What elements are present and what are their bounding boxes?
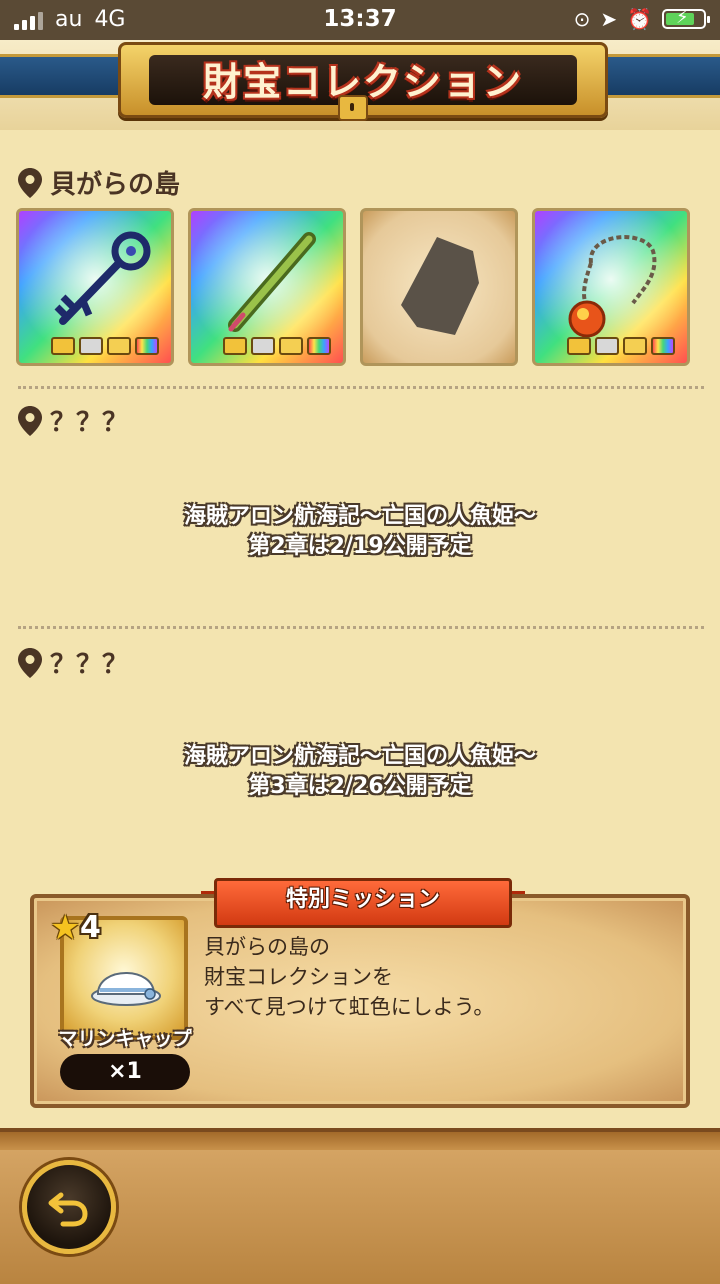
back-arrow-icon [48,1192,88,1227]
treasure-card-row [16,208,706,370]
map-pin-icon [18,647,42,678]
release-notice: 海賊アロン航海記～亡国の人魚姫～ 第3章は2/26公開予定 [0,742,720,802]
notice-line: 海賊アロン航海記～亡国の人魚姫～ [183,504,536,529]
treasure-card-key[interactable] [16,208,174,366]
notice-line: 第3章は2/26公開予定 [248,774,472,799]
reward-star-rank: 4 [80,910,101,945]
rarity-badges [223,337,331,355]
mission-desc-line: 財宝コレクションを [204,965,393,989]
lock-icon [338,95,368,121]
mission-desc-line: すべて見つけて虹色にしよう。 [204,995,495,1019]
alarm-icon: ⏰ [627,7,652,31]
silhouette-icon [401,237,479,335]
map-pin-icon [18,405,42,436]
notice-line: 第2章は2/19公開予定 [248,534,472,559]
location-heading: ？？？ [18,402,128,439]
mission-title: 特別ミッション [201,878,525,928]
mission-description: 貝がらの島の 財宝コレクションを すべて見つけて虹色にしよう。 [204,932,664,1022]
reward-quantity: ×1 [60,1054,190,1090]
rarity-badges [51,337,159,355]
treasure-card-pipe[interactable] [188,208,346,366]
location-name: ？？？ [50,408,129,438]
map-pin-icon [18,167,42,198]
treasure-card-pendant[interactable] [532,208,690,366]
header: 財宝コレクション [0,40,720,130]
back-button[interactable] [22,1160,116,1254]
location-arrow-icon: ➤ [600,7,618,31]
section-divider [18,386,704,389]
star-icon: ★ [50,908,81,948]
reward-item-name: マリンキャップ [58,1028,192,1050]
battery-icon: ⚡ [662,7,710,29]
rotation-lock-icon: ⊙ [573,7,591,31]
location-heading: ？？？ [18,644,128,681]
marine-cap-icon [91,972,161,1006]
rarity-badges [567,337,675,355]
location-heading: 貝がらの島 [18,164,180,201]
notice-line: 海賊アロン航海記～亡国の人魚姫～ [183,744,536,769]
section-divider [18,626,704,629]
release-notice: 海賊アロン航海記～亡国の人魚姫～ 第2章は2/19公開予定 [0,502,720,562]
status-bar: au 4G 13:37 ⊙ ➤ ⏰ ⚡ [0,0,720,40]
treasure-card-undiscovered[interactable] [360,208,518,366]
location-name: ？？？ [50,650,129,680]
mission-desc-line: 貝がらの島の [204,935,330,959]
location-name: 貝がらの島 [50,170,181,200]
